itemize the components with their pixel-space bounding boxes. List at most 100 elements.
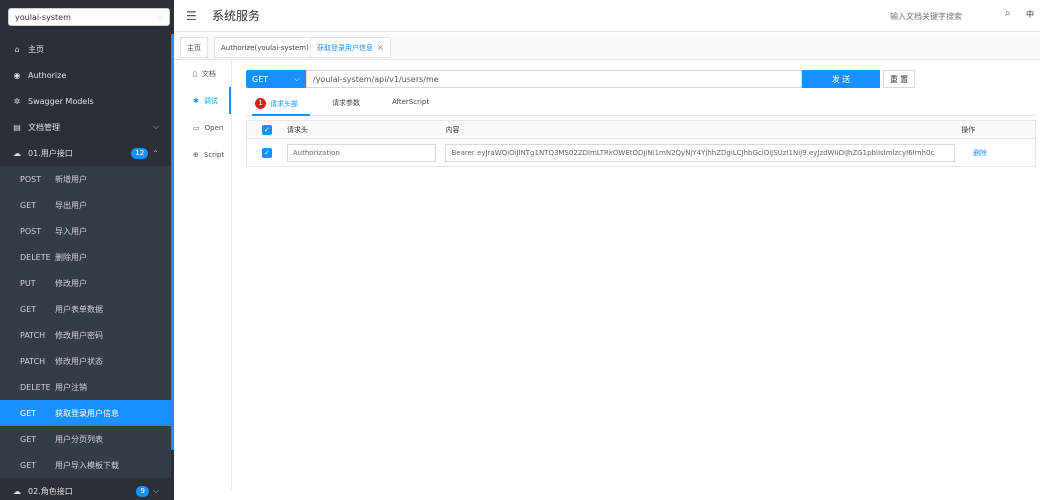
api-item[interactable]: PATCH 修改用户密码	[0, 322, 171, 348]
sidebar-item-swagger-models[interactable]: ✲ Swagger Models	[0, 88, 171, 114]
chevron-up-icon: ⌃	[152, 148, 159, 158]
api-name: 导入用户	[55, 226, 87, 236]
api-method: GET	[20, 434, 37, 444]
vtab-doc[interactable]: ▯ 文档	[176, 60, 231, 87]
headers-table: ✓ 请求头 内容 操作 ✓ Authorization Bearer eyJra…	[246, 120, 1036, 167]
api-method: PATCH	[20, 330, 46, 340]
home-icon: ⌂	[14, 44, 20, 54]
api-method: POST	[20, 226, 42, 236]
sidebar-menu: ⌂ 主页 ◉ Authorize ✲ Swagger Models ▤ 文档管理…	[0, 36, 171, 500]
vtab-debug[interactable]: ✱ 调试	[176, 87, 231, 114]
api-item[interactable]: PUT 修改用户	[0, 270, 171, 296]
method-select[interactable]: GET ⌵	[246, 70, 306, 88]
api-item[interactable]: GET 导出用户	[0, 192, 171, 218]
tab-current-user[interactable]: 获取登录用户信息 ×	[310, 37, 391, 58]
api-name: 修改用户状态	[55, 356, 103, 366]
method-value: GET	[252, 74, 269, 84]
api-item[interactable]: GET 用户表单数据	[0, 296, 171, 322]
subtab-headers[interactable]: 1 请求头部	[255, 98, 298, 109]
close-icon[interactable]: ×	[377, 43, 384, 52]
cloud-icon: ☁	[13, 486, 21, 496]
sidebar-group-role-api[interactable]: ☁ 02.角色接口 9 ⌵	[0, 478, 171, 500]
api-method: PUT	[20, 278, 36, 288]
api-name: 用户注销	[55, 382, 87, 392]
chevron-down-icon: ⌵	[152, 486, 159, 495]
bug-icon: ✱	[193, 96, 199, 105]
api-item[interactable]: GET 用户导入模板下载	[0, 452, 171, 478]
search-input[interactable]	[890, 9, 1014, 23]
doc-icon: ▯	[193, 69, 197, 78]
api-item[interactable]: DELETE 用户注销	[0, 374, 171, 400]
active-tab-indicator	[252, 114, 310, 116]
delete-link[interactable]: 删除	[973, 149, 987, 157]
api-item[interactable]: POST 新增用户	[0, 166, 171, 192]
gear-icon: ✲	[13, 96, 21, 106]
api-item-active[interactable]: GET 获取登录用户信息	[0, 400, 171, 426]
tab-bar: 主页 Authorize(youlai-system) × 获取登录用户信息 ×	[174, 34, 1040, 60]
api-name: 用户分页列表	[55, 434, 103, 444]
col-header-op: 操作	[961, 125, 976, 134]
row-checkbox[interactable]: ✓	[261, 147, 272, 158]
table-row: ✓ Authorization Bearer eyJraWQiOiJlNTg1N…	[247, 139, 1035, 166]
chevron-down-icon: ⌵	[152, 122, 159, 131]
tab-home[interactable]: 主页	[180, 37, 208, 58]
vtab-script[interactable]: ⊕ Script	[176, 141, 231, 168]
api-name: 修改用户	[55, 278, 87, 288]
api-item[interactable]: DELETE 删除用户	[0, 244, 171, 270]
api-method: POST	[20, 174, 42, 184]
api-item[interactable]: PATCH 修改用户状态	[0, 348, 171, 374]
sidebar-item-label: 01.用户接口	[28, 148, 73, 158]
header-value-input[interactable]: Bearer eyJraWQiOiJlNTg1NTQ3MS02ZDlmLTRkO…	[445, 143, 956, 162]
tab-label: 主页	[187, 43, 201, 52]
api-item[interactable]: GET 用户分页列表	[0, 426, 171, 452]
count-badge: 9	[136, 485, 149, 497]
col-header-content: 内容	[445, 125, 460, 134]
vtab-label: 调试	[203, 96, 218, 105]
sidebar-item-label: Swagger Models	[28, 96, 94, 106]
table-header: ✓ 请求头 内容 操作	[247, 121, 1035, 139]
api-method: GET	[20, 200, 37, 210]
sidebar-item-label: Authorize	[28, 70, 67, 80]
sidebar: youlai-system ⌵ ⌂ 主页 ◉ Authorize ✲ Swagg…	[0, 0, 174, 500]
subtab-label: 请求参数	[332, 99, 360, 107]
subtab-label: AfterScript	[392, 98, 430, 106]
lock-icon: ◉	[13, 70, 21, 80]
reset-button[interactable]: 重 置	[883, 70, 915, 88]
sidebar-item-label: 文档管理	[28, 122, 60, 132]
chevron-down-icon: ⌵	[293, 74, 300, 83]
file-icon: ▭	[193, 123, 200, 132]
sidebar-group-user-api[interactable]: ☁ 01.用户接口 12 ⌃	[0, 140, 171, 166]
sidebar-item-doc-manage[interactable]: ▤ 文档管理 ⌵	[0, 114, 171, 140]
language-switch[interactable]: 中	[1026, 9, 1034, 20]
api-name: 用户导入模板下载	[55, 460, 119, 470]
menu-toggle-icon[interactable]: ☰	[186, 9, 202, 23]
sidebar-item-home[interactable]: ⌂ 主页	[0, 36, 171, 62]
group-select[interactable]: youlai-system ⌵	[8, 8, 170, 26]
api-name: 导出用户	[55, 200, 87, 210]
api-name: 用户表单数据	[55, 304, 103, 314]
count-badge: 1	[255, 98, 266, 109]
api-method: GET	[20, 304, 37, 314]
subtab-afterscript[interactable]: AfterScript	[392, 98, 429, 106]
vtab-open[interactable]: ▭ Open	[176, 114, 231, 141]
vtab-label: Script	[203, 150, 225, 159]
send-button[interactable]: 发 送	[802, 70, 880, 88]
subtab-label: 请求头部	[270, 99, 298, 108]
group-select-value: youlai-system	[15, 12, 71, 22]
api-name: 删除用户	[55, 252, 87, 262]
sidebar-item-authorize[interactable]: ◉ Authorize	[0, 62, 171, 88]
url-input[interactable]: /youlai-system/api/v1/users/me	[306, 70, 802, 88]
api-method: DELETE	[20, 382, 51, 392]
vtab-label: Open	[204, 123, 224, 132]
subtab-params[interactable]: 请求参数	[332, 98, 360, 108]
search-icon[interactable]: ⌕	[1005, 8, 1011, 19]
page-title: 系统服务	[212, 9, 261, 23]
sidebar-scrollbar[interactable]	[171, 34, 174, 450]
api-item[interactable]: POST 导入用户	[0, 218, 171, 244]
sidebar-item-label: 02.角色接口	[28, 486, 73, 496]
cloud-icon: ☁	[13, 148, 21, 158]
api-name: 获取登录用户信息	[55, 408, 119, 418]
select-all-checkbox[interactable]: ✓	[261, 124, 272, 135]
header-name-input[interactable]: Authorization	[286, 143, 436, 162]
top-header: ☰ 系统服务 ⌕ 中	[174, 0, 1040, 32]
